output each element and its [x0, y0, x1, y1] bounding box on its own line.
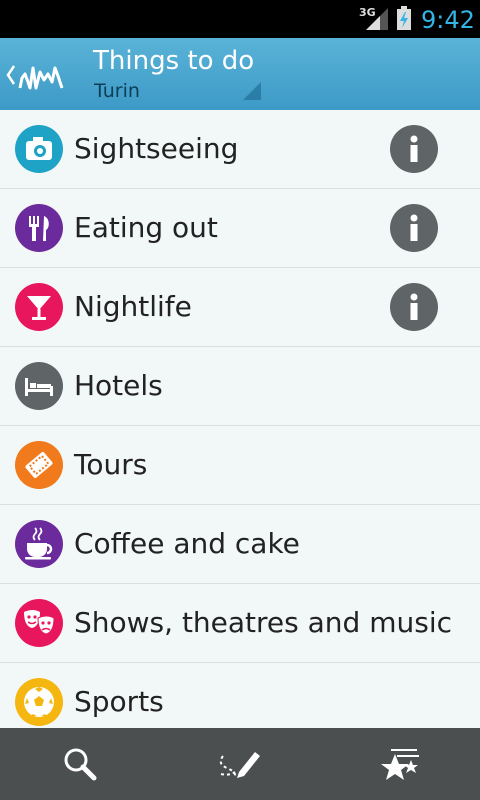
page-title: Things to do — [93, 46, 255, 76]
city-selector[interactable]: Turin — [94, 80, 140, 102]
search-icon — [64, 748, 97, 781]
list-item-hotels[interactable]: Hotels — [0, 347, 480, 426]
list-item-eating-out[interactable]: Eating out — [0, 189, 480, 268]
search-button[interactable] — [0, 728, 160, 800]
cocktail-icon — [15, 283, 63, 331]
category-list: Sightseeing Eating out Nightlife Hotels — [0, 110, 480, 728]
route-pencil-icon — [219, 752, 260, 779]
favorites-stars-icon — [381, 749, 419, 780]
list-item-label: Hotels — [74, 369, 163, 402]
clock: 9:42 — [421, 6, 475, 34]
camera-icon — [15, 125, 63, 173]
signal-icon — [366, 8, 388, 30]
list-item-shows-theatres-music[interactable]: Shows, theatres and music — [0, 584, 480, 663]
list-item-nightlife[interactable]: Nightlife — [0, 268, 480, 347]
info-icon[interactable] — [390, 204, 438, 252]
fork-knife-icon — [15, 204, 63, 252]
list-item-tours[interactable]: Tours — [0, 426, 480, 505]
bottom-toolbar — [0, 728, 480, 800]
list-item-label: Tours — [74, 448, 148, 481]
list-item-sports[interactable]: Sports — [0, 663, 480, 728]
info-icon[interactable] — [390, 125, 438, 173]
list-item-sightseeing[interactable]: Sightseeing — [0, 110, 480, 189]
list-item-label: Sports — [74, 685, 164, 718]
list-item-label: Shows, theatres and music — [74, 606, 452, 639]
ticket-icon — [15, 441, 63, 489]
bed-icon — [15, 362, 63, 410]
dropdown-corner-icon — [243, 82, 261, 100]
coffee-cup-icon — [15, 520, 63, 568]
list-item-label: Sightseeing — [74, 132, 239, 165]
soccer-ball-icon — [15, 678, 63, 726]
battery-icon — [397, 6, 411, 30]
list-item-label: Eating out — [74, 211, 218, 244]
list-item-coffee-and-cake[interactable]: Coffee and cake — [0, 505, 480, 584]
route-button[interactable] — [160, 728, 320, 800]
list-item-label: Coffee and cake — [74, 527, 300, 560]
list-item-label: Nightlife — [74, 290, 192, 323]
status-bar: 3G 9:42 — [0, 0, 480, 38]
back-chevron-icon — [6, 65, 64, 90]
theater-masks-icon — [15, 599, 63, 647]
action-bar: Things to do Turin — [0, 38, 480, 112]
favorites-button[interactable] — [320, 728, 480, 800]
up-button[interactable] — [0, 38, 80, 110]
info-icon[interactable] — [390, 283, 438, 331]
